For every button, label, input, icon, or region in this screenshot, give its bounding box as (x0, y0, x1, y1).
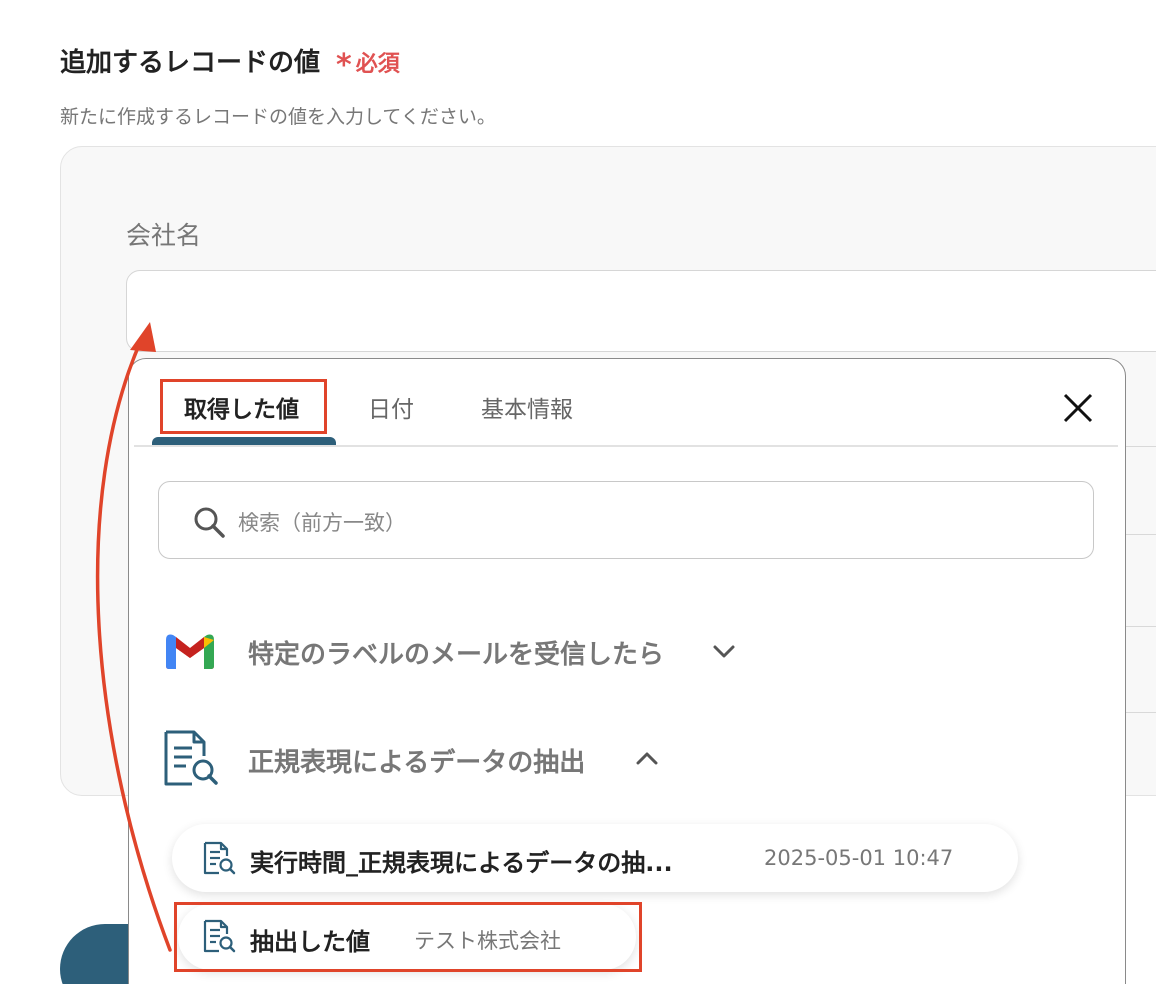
gmail-icon (166, 634, 214, 669)
group-label-gmail: 特定のラベルのメールを受信したら (248, 640, 665, 670)
item-name-execution-time: 実行時間_正規表現によるデータの抽... (250, 849, 673, 877)
background-row-divider (1124, 534, 1156, 535)
document-search-icon (203, 841, 236, 875)
background-row-divider (1124, 712, 1156, 713)
search-placeholder: 検索（前方一致） (238, 511, 406, 535)
tab-date[interactable]: 日付 (368, 390, 414, 424)
chevron-up-icon[interactable] (634, 750, 660, 768)
required-asterisk: * (336, 48, 352, 83)
tab-basic-info[interactable]: 基本情報 (481, 390, 573, 424)
company-name-input[interactable] (126, 270, 1156, 352)
close-button[interactable] (1060, 390, 1096, 426)
background-row-divider (1124, 446, 1156, 447)
group-label-regex: 正規表現によるデータの抽出 (248, 748, 586, 778)
required-label: 必須 (355, 52, 400, 77)
page: 追加するレコードの値 * 必須 新たに作成するレコードの値を入力してください。 会… (0, 0, 1156, 984)
highlight-box-item (174, 902, 642, 972)
item-value-execution-time: 2025-05-01 10:47 (764, 846, 954, 870)
highlight-box-tab (160, 379, 327, 434)
tabs-divider (134, 445, 1118, 447)
chevron-down-icon[interactable] (711, 642, 737, 660)
required-badge: * 必須 (336, 46, 400, 83)
section-description: 新たに作成するレコードの値を入力してください。 (60, 106, 496, 128)
section-title: 追加するレコードの値 (60, 48, 321, 78)
close-icon (1063, 393, 1093, 423)
background-row-divider (1124, 626, 1156, 627)
search-icon (194, 507, 225, 538)
company-name-label: 会社名 (126, 221, 202, 250)
document-search-icon (164, 730, 218, 786)
